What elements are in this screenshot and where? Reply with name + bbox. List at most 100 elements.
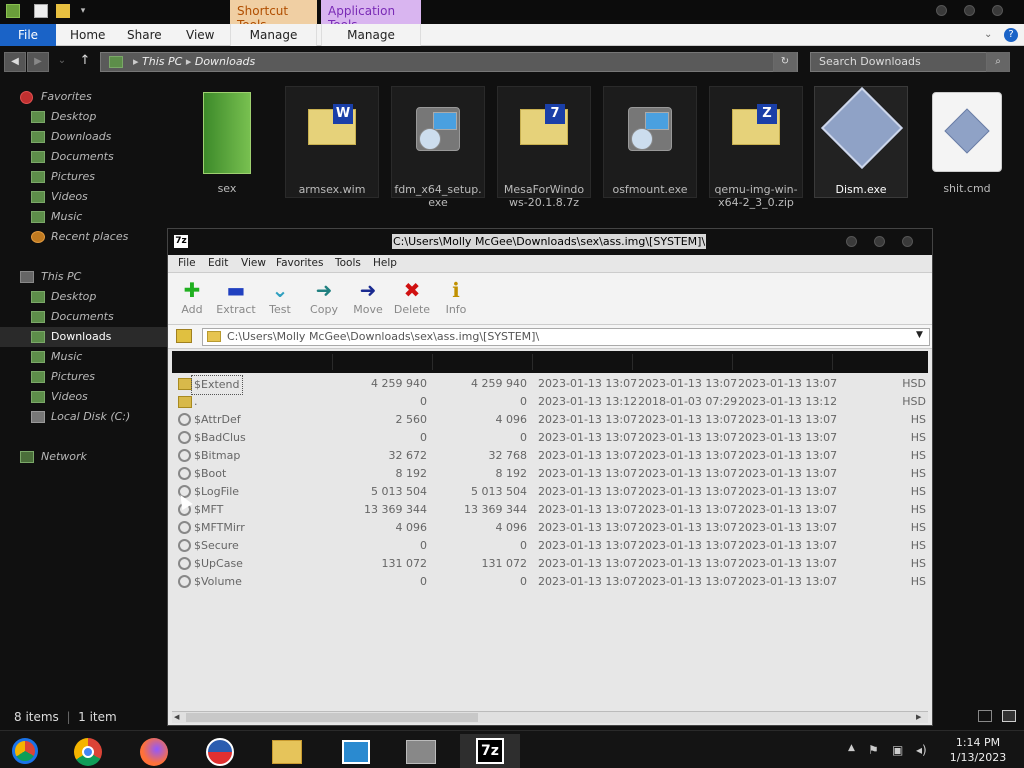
tab-file[interactable]: File [0,24,56,46]
close-button[interactable] [992,5,1003,16]
column-divider[interactable] [432,354,433,370]
scroll-left-icon[interactable]: ◀ [174,713,184,722]
new-folder-icon[interactable] [56,4,70,18]
menu-file[interactable]: File [178,257,196,269]
copy-button[interactable]: ➜ Copy [302,279,346,321]
file-tile[interactable]: shit.cmd [920,86,1014,198]
file-tile[interactable]: osfmount.exe [603,86,697,198]
menu-help[interactable]: Help [373,257,397,269]
nav-fav-pictures[interactable]: Pictures [0,167,168,187]
7zip-minimize-button[interactable] [846,236,857,247]
recent-locations-icon[interactable]: ⌄ [54,52,70,72]
nav-fav-music[interactable]: Music [0,207,168,227]
table-row[interactable]: $Extend 4 259 940 4 259 940 2023-01-13 13:0… [172,375,928,395]
path-dropdown-icon[interactable]: ▼ [916,330,923,340]
customize-quick-access-icon[interactable]: ▾ [76,4,90,18]
file-tile[interactable]: W armsex.wim [285,86,379,198]
nav-this-pc[interactable]: This PC [0,267,168,287]
folder-up-icon[interactable] [176,329,192,343]
refresh-icon[interactable]: ↻ [773,52,797,72]
test-button[interactable]: ⌄ Test [258,279,302,321]
scrollbar-thumb[interactable] [186,713,478,722]
nav-pc-documents[interactable]: Documents [0,307,168,327]
file-tile[interactable]: 7 MesaForWindows-20.1.8.7z [497,86,591,209]
tab-shortcut-tools[interactable]: Shortcut Tools [230,0,317,32]
tab-share[interactable]: Share [127,24,162,46]
taskbar-chrome[interactable] [60,734,120,768]
nav-pc-videos[interactable]: Videos [0,387,168,407]
taskbar-obama-app[interactable] [192,734,252,768]
taskbar-firefox[interactable] [126,734,186,768]
flag-icon[interactable]: ⚑ [868,743,879,757]
move-button[interactable]: ➜ Move [346,279,390,321]
column-divider[interactable] [532,354,533,370]
tab-manage-shortcut[interactable]: Manage [230,24,317,46]
maximize-button[interactable] [964,5,975,16]
table-row[interactable]: $Volume 0 0 2023-01-13 13:07 2023-01-13 13:0… [172,573,928,591]
column-divider[interactable] [332,354,333,370]
column-divider[interactable] [832,354,833,370]
menu-favorites[interactable]: Favorites [276,257,323,269]
search-input[interactable]: Search Downloads [810,52,1010,72]
clock[interactable]: 1:14 PM 1/13/2023 [940,735,1016,765]
properties-icon[interactable] [34,4,48,18]
table-row[interactable]: . 0 0 2023-01-13 13:12 2018-01-03 07:29 2023-… [172,393,928,411]
network-tray-icon[interactable]: ▣ [892,743,903,757]
help-button[interactable]: ? [1004,28,1018,42]
breadcrumb-downloads[interactable]: Downloads [195,55,255,68]
file-tile[interactable]: sex [180,86,274,198]
forward-button[interactable]: ▶ [27,52,49,72]
path-input[interactable]: C:\Users\Molly McGee\Downloads\sex\ass.i… [202,328,930,346]
nav-fav-documents[interactable]: Documents [0,147,168,167]
tab-manage-application[interactable]: Manage [321,24,421,46]
table-row[interactable]: $Secure 0 0 2023-01-13 13:07 2023-01-13 13:0… [172,537,928,555]
add-button[interactable]: ✚ Add [170,279,214,321]
back-button[interactable]: ◀ [4,52,26,72]
expand-ribbon-icon[interactable]: ⌄ [984,24,992,46]
delete-button[interactable]: ✖ Delete [390,279,434,321]
tray-overflow-icon[interactable]: ▲ [848,743,855,753]
table-row[interactable]: $Boot 8 192 8 192 2023-01-13 13:07 2023-01-1… [172,465,928,483]
taskbar-file-explorer[interactable] [258,734,318,768]
nav-fav-desktop[interactable]: Desktop [0,107,168,127]
table-row[interactable]: $Bitmap 32 672 32 768 2023-01-13 13:07 2023-… [172,447,928,465]
taskbar-remote-app[interactable] [326,734,386,768]
nav-pc-pictures[interactable]: Pictures [0,367,168,387]
taskbar-7zip[interactable]: 7z [460,734,520,768]
file-tile[interactable]: Z qemu-img-win-x64-2_3_0.zip [709,86,803,209]
info-button[interactable]: ℹ Info [434,279,478,321]
file-tile-selected[interactable]: Dism.exe [814,86,908,198]
menu-view[interactable]: View [241,257,266,269]
table-row[interactable]: $LogFile 5 013 504 5 013 504 2023-01-13 13:… [172,483,928,501]
table-row[interactable]: $BadClus 0 0 2023-01-13 13:07 2023-01-13 13:… [172,429,928,447]
details-view-icon[interactable] [978,710,992,722]
nav-fav-downloads[interactable]: Downloads [0,127,168,147]
nav-fav-videos[interactable]: Videos [0,187,168,207]
taskbar-archive[interactable] [392,734,452,768]
tab-home[interactable]: Home [70,24,105,46]
column-divider[interactable] [732,354,733,370]
file-tile[interactable]: fdm_x64_setup.exe [391,86,485,209]
extract-button[interactable]: ▬ Extract [214,279,258,321]
table-row[interactable]: $AttrDef 2 560 4 096 2023-01-13 13:07 2023-0… [172,411,928,429]
nav-fav-recent-places[interactable]: Recent places [0,227,168,247]
nav-pc-local-disk[interactable]: Local Disk (C:) [0,407,168,427]
address-field[interactable]: ▸ This PC ▸ Downloads [100,52,798,72]
scroll-right-icon[interactable]: ▶ [916,713,926,722]
tab-application-tools[interactable]: Application Tools [321,0,421,32]
tab-view[interactable]: View [186,24,214,46]
column-divider[interactable] [632,354,633,370]
large-icons-view-icon[interactable] [1002,710,1016,722]
breadcrumb-this-pc[interactable]: This PC [142,55,182,68]
nav-pc-desktop[interactable]: Desktop [0,287,168,307]
table-row[interactable]: $MFTMirr 4 096 4 096 2023-01-13 13:07 2023-0… [172,519,928,537]
minimize-button[interactable] [936,5,947,16]
search-icon[interactable]: ⌕ [986,52,1010,72]
table-row[interactable]: $UpCase 131 072 131 072 2023-01-13 13:07 202… [172,555,928,573]
taskbar-chrome-remote[interactable] [0,734,60,768]
menu-tools[interactable]: Tools [335,257,361,269]
menu-edit[interactable]: Edit [208,257,228,269]
nav-favorites[interactable]: Favorites [0,87,168,107]
nav-network[interactable]: Network [0,447,168,467]
7zip-maximize-button[interactable] [874,236,885,247]
